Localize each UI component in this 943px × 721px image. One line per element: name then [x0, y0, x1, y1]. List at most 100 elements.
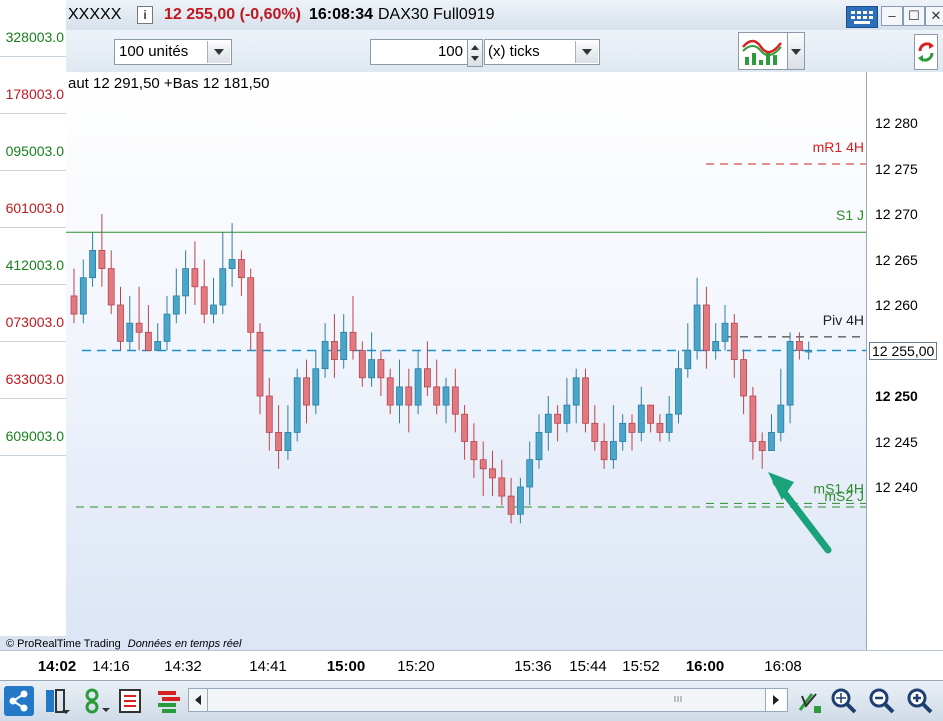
scroll-thumb[interactable] — [659, 692, 699, 706]
candle-body — [340, 331, 348, 360]
price-tick-label: 12 245 — [875, 433, 918, 450]
zoom-fit-icon[interactable] — [828, 686, 858, 716]
drawing-tools-icon[interactable] — [794, 686, 824, 716]
price-tick-label: 12 265 — [875, 251, 918, 268]
candle-body — [656, 422, 664, 433]
current-price-badge: 12 255,00 — [869, 341, 938, 360]
candle-body — [386, 377, 394, 406]
price-list-value: 095003.0 — [5, 143, 64, 159]
minimize-icon[interactable]: ‒ — [881, 6, 903, 26]
price-list-row[interactable]: 609003.0 — [0, 399, 66, 456]
price-list-row[interactable]: 412003.0 — [0, 228, 66, 285]
price-list-row[interactable]: 601003.0 — [0, 171, 66, 228]
keyboard-icon[interactable] — [846, 6, 878, 28]
candle-body — [191, 268, 199, 288]
candle-body — [79, 277, 87, 315]
indicators-dropdown[interactable] — [787, 32, 805, 70]
price-list-value: 633003.0 — [5, 371, 64, 387]
candle-body — [703, 304, 710, 351]
candle-body — [163, 313, 171, 342]
order-toolbar: 100 unités 100 (x) ticks — [66, 30, 943, 73]
units-select[interactable]: 100 unités — [114, 39, 232, 65]
price-list-row[interactable]: 095003.0 — [0, 114, 66, 171]
candle-body — [479, 459, 487, 470]
time-tick-label: 15:20 — [397, 658, 435, 675]
candle-body — [451, 386, 459, 415]
layout-icon[interactable] — [42, 686, 72, 716]
chart-plot-area[interactable]: aut 12 291,50 +Bas 12 181,50 mR1 4H S1 JP… — [6, 72, 867, 650]
candle-body — [405, 386, 413, 406]
level-label: S1 J — [836, 207, 864, 223]
candle-body — [321, 340, 329, 370]
candle-body — [228, 259, 236, 270]
price-list-row[interactable]: 073003.0 — [0, 285, 66, 342]
maximize-icon[interactable]: ☐ — [903, 6, 925, 26]
time-tick-label: 15:52 — [622, 658, 660, 675]
time-tick-label: 15:00 — [326, 658, 366, 675]
candle-body — [591, 422, 599, 442]
time-tick-label: 16:00 — [685, 658, 725, 675]
candle-body — [610, 441, 617, 461]
price-axis[interactable]: 12 280 12 275 12 270 12 265 12 260 12 250 12 2… — [867, 72, 943, 650]
price-tick-label: 12 280 — [875, 115, 918, 131]
ticks-stepper[interactable] — [467, 39, 483, 67]
candle-body — [796, 340, 803, 351]
indicators-icon[interactable] — [738, 32, 788, 70]
candle-body — [396, 386, 403, 406]
info-icon[interactable]: i — [137, 6, 153, 24]
candle-body — [89, 249, 97, 279]
candle-body — [303, 377, 310, 406]
close-icon[interactable]: ✕ — [925, 6, 943, 26]
price-list-row[interactable]: 178003.0 — [0, 57, 66, 114]
candle-body — [182, 268, 189, 297]
price-list-row[interactable]: 633003.0 — [0, 342, 66, 399]
candle-body — [154, 340, 162, 351]
link-icon[interactable] — [80, 686, 110, 716]
units-select-value: 100 unités — [119, 43, 189, 60]
ticks-unit-select[interactable]: (x) ticks — [484, 39, 600, 65]
time-axis[interactable]: 14:02 14:16 14:32 14:41 15:00 15:20 15:36 15:44… — [0, 650, 943, 681]
price-list-value: 412003.0 — [5, 257, 64, 273]
candle-body — [442, 386, 450, 406]
candle-body — [526, 459, 534, 488]
zoom-out-icon[interactable] — [866, 686, 896, 716]
zoom-in-icon[interactable] — [904, 686, 934, 716]
candle-body — [489, 468, 496, 479]
candle-body — [768, 431, 775, 451]
contract-name: DAX30 Full0919 — [378, 6, 495, 23]
candle-body — [414, 368, 422, 406]
candle-body — [749, 395, 757, 442]
time-tick-label: 14:16 — [92, 658, 130, 675]
level-label: Piv 4H — [823, 312, 864, 328]
price-list-value: 073003.0 — [5, 314, 64, 330]
order-book-icon[interactable] — [154, 686, 184, 716]
candle-body — [498, 477, 506, 497]
candle-body — [647, 404, 654, 424]
candle-body — [237, 259, 245, 279]
candle-body — [423, 368, 431, 388]
candle-body — [312, 368, 320, 406]
candle-body — [777, 404, 785, 433]
candle-body — [461, 413, 469, 442]
share-icon[interactable] — [4, 686, 34, 716]
candle-body — [70, 295, 78, 315]
refresh-icon[interactable] — [914, 34, 938, 70]
credit-note: Données en temps réel — [127, 638, 242, 650]
chevron-down-icon[interactable] — [575, 41, 598, 63]
chart-credit: © ProRealTime Trading Données en temps r… — [6, 638, 241, 650]
candle-body — [516, 486, 524, 515]
scroll-right-icon[interactable] — [765, 689, 786, 711]
candle-body — [572, 377, 580, 406]
chevron-down-icon[interactable] — [207, 41, 230, 63]
scroll-left-icon[interactable] — [189, 689, 208, 711]
bottom-toolbar — [0, 680, 943, 721]
candle-body — [721, 322, 729, 342]
ticks-input[interactable]: 100 — [370, 39, 468, 65]
price-list-row[interactable]: 328003.0 — [0, 0, 66, 57]
spreadsheet-icon[interactable] — [116, 686, 146, 716]
chart-scrollbar[interactable] — [188, 688, 788, 712]
candle-body — [805, 350, 813, 353]
candle-body — [740, 359, 747, 397]
candle-body — [665, 413, 673, 433]
candle-body — [135, 322, 143, 333]
